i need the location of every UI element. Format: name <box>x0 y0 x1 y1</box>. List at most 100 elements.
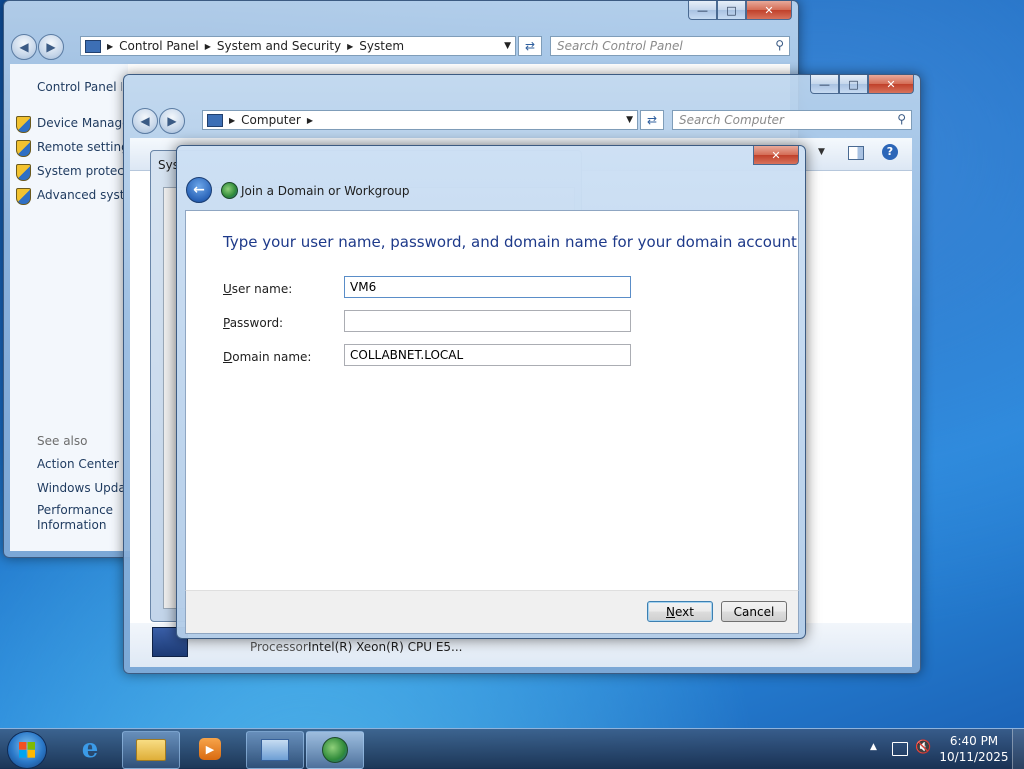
breadcrumb-item[interactable]: Control Panel <box>119 39 199 53</box>
domain-label: Domain name: <box>223 350 311 364</box>
processor-value: Intel(R) Xeon(R) CPU E5... <box>308 640 463 654</box>
password-label-text: assword: <box>229 316 284 330</box>
back-arrow-icon: ← <box>193 182 205 198</box>
search-input[interactable]: Search Control Panel ⚲ <box>550 36 790 56</box>
close-button[interactable]: ✕ <box>746 1 792 20</box>
clock[interactable]: 6:40 PM 10/11/2025 <box>938 733 1010 765</box>
show-hidden-icons-icon[interactable]: ▲ <box>870 742 877 752</box>
dialog-footer: Next Cancel <box>185 590 799 634</box>
shield-icon <box>16 188 31 205</box>
volume-muted-icon[interactable]: 🔇 <box>915 740 931 755</box>
forward-arrow-icon: ▶ <box>167 114 177 128</box>
action-center-link[interactable]: Action Center <box>37 457 123 471</box>
domain-access-key: D <box>223 350 233 364</box>
maximize-button[interactable]: □ <box>839 75 868 94</box>
search-input[interactable]: Search Computer ⚲ <box>672 110 912 130</box>
password-access-key: P <box>223 316 230 330</box>
action-center-flag-icon[interactable] <box>892 742 908 756</box>
close-button[interactable]: ✕ <box>868 75 914 94</box>
start-button[interactable] <box>7 731 47 769</box>
back-button[interactable]: ◀ <box>132 108 158 134</box>
shield-icon <box>16 164 31 181</box>
password-label: Password: <box>223 316 283 330</box>
windows-update-link[interactable]: Windows Update <box>37 481 123 495</box>
forward-button[interactable]: ▶ <box>38 34 64 60</box>
clock-time: 6:40 PM <box>949 734 999 748</box>
maximize-button[interactable]: □ <box>717 1 746 20</box>
breadcrumb-separator-icon: ▶ <box>306 115 313 125</box>
back-arrow-icon: ◀ <box>140 114 150 128</box>
next-access-key: N <box>666 604 675 619</box>
breadcrumb-item[interactable]: System and Security <box>217 39 341 53</box>
breadcrumb-separator-icon: ▶ <box>229 115 236 125</box>
taskbar-media-player[interactable]: ▶ <box>182 731 238 767</box>
breadcrumb-item[interactable]: System <box>359 39 404 53</box>
next-button[interactable]: Next <box>647 601 713 622</box>
password-input[interactable] <box>344 310 631 332</box>
breadcrumb-separator-icon: ▶ <box>204 41 211 51</box>
refresh-icon: ⇄ <box>524 39 536 53</box>
internet-explorer-icon: e <box>81 734 99 764</box>
computer-icon <box>207 113 223 127</box>
taskbar-control-panel[interactable] <box>246 731 304 769</box>
search-placeholder: Search Computer <box>679 113 784 127</box>
dropdown-arrow-icon[interactable]: ▼ <box>626 115 633 125</box>
taskbar-system-properties[interactable] <box>306 731 364 769</box>
system-protection-link[interactable]: System protection <box>37 164 123 178</box>
domain-label-text: omain name: <box>232 350 312 364</box>
back-button[interactable]: ← <box>186 177 212 203</box>
taskbar: e ▶ ▲ 🔇 6:40 PM 10/11/2025 <box>0 728 1024 769</box>
clock-date: 10/11/2025 <box>939 750 1009 764</box>
domain-input[interactable]: COLLABNET.LOCAL <box>344 344 631 366</box>
taskbar-explorer[interactable] <box>122 731 180 769</box>
username-label: User name: <box>223 282 292 296</box>
control-panel-icon <box>261 739 289 761</box>
refresh-button[interactable]: ⇄ <box>640 110 664 130</box>
computer-window-caption-buttons: — □ ✕ <box>810 75 914 94</box>
minimize-button[interactable]: — <box>810 75 839 94</box>
search-icon: ⚲ <box>775 38 784 52</box>
refresh-button[interactable]: ⇄ <box>518 36 542 56</box>
search-placeholder: Search Control Panel <box>557 39 683 53</box>
remote-settings-link[interactable]: Remote settings <box>37 140 123 154</box>
show-desktop-button[interactable] <box>1012 729 1024 769</box>
performance-tools-link[interactable]: Performance Information and Tools <box>37 503 123 533</box>
forward-button[interactable]: ▶ <box>159 108 185 134</box>
search-icon: ⚲ <box>897 112 906 126</box>
close-icon: ✕ <box>771 148 781 162</box>
advanced-system-settings-link[interactable]: Advanced system settings <box>37 188 123 202</box>
join-domain-dialog: ✕ ← Join a Domain or Workgroup Type your… <box>176 145 806 639</box>
refresh-icon: ⇄ <box>646 113 658 127</box>
folder-icon <box>136 739 166 761</box>
username-access-key: U <box>223 282 232 296</box>
taskbar-ie[interactable]: e <box>62 731 118 767</box>
view-options-arrow-icon[interactable]: ▼ <box>818 147 825 157</box>
computer-icon <box>85 39 101 53</box>
back-button[interactable]: ◀ <box>11 34 37 60</box>
cancel-button[interactable]: Cancel <box>721 601 787 622</box>
address-bar[interactable]: ▶ Control Panel ▶ System and Security ▶ … <box>80 36 516 56</box>
shield-icon <box>16 116 31 133</box>
processor-label: Processor: <box>250 640 312 654</box>
minimize-button[interactable]: — <box>688 1 717 20</box>
control-panel-home-link[interactable]: Control Panel Home <box>37 80 122 94</box>
forward-arrow-icon: ▶ <box>46 40 56 54</box>
breadcrumb-separator-icon: ▶ <box>107 41 114 51</box>
next-label: ext <box>675 604 694 619</box>
dropdown-arrow-icon[interactable]: ▼ <box>504 41 511 51</box>
address-bar[interactable]: ▶ Computer ▶ ▼ <box>202 110 638 130</box>
breadcrumb-separator-icon: ▶ <box>347 41 354 51</box>
network-globe-icon <box>221 182 238 199</box>
breadcrumb-item[interactable]: Computer <box>241 113 301 127</box>
back-arrow-icon: ◀ <box>19 40 29 54</box>
preview-pane-icon[interactable] <box>848 146 864 160</box>
help-icon[interactable]: ? <box>882 144 898 160</box>
system-window-caption-buttons: — □ ✕ <box>688 1 792 20</box>
network-globe-icon <box>322 737 348 763</box>
dialog-title: Join a Domain or Workgroup <box>241 184 410 198</box>
see-also-heading: See also <box>37 434 88 448</box>
close-button[interactable]: ✕ <box>753 146 799 165</box>
username-input[interactable]: VM6 <box>344 276 631 298</box>
windows-logo-icon <box>19 742 35 758</box>
device-manager-link[interactable]: Device Manager <box>37 116 123 130</box>
